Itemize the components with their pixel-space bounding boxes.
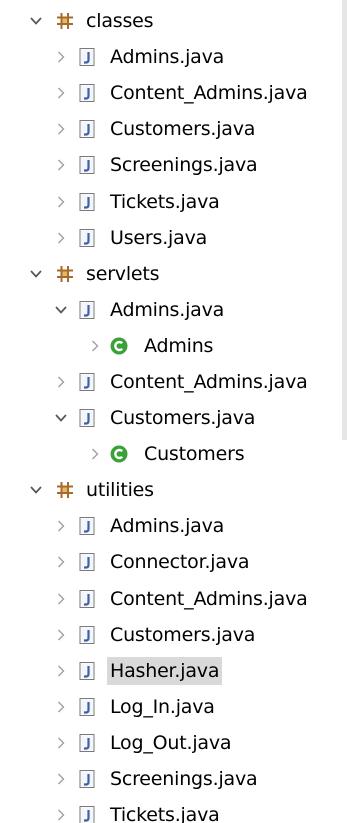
- chevron-right-icon[interactable]: [52, 155, 70, 175]
- tree-item-label: servlets: [86, 262, 160, 285]
- java-file-icon: [77, 155, 97, 175]
- tree-item[interactable]: Admins.java: [0, 39, 339, 75]
- tree-item[interactable]: Hasher.java: [0, 653, 339, 689]
- tree-item-label: Admins: [144, 334, 214, 357]
- java-file-icon: [77, 516, 97, 536]
- java-file-icon: [77, 625, 97, 645]
- chevron-right-icon[interactable]: [52, 769, 70, 789]
- tree-item[interactable]: Screenings.java: [0, 761, 339, 797]
- chevron-down-icon[interactable]: [52, 408, 70, 428]
- package-icon: [55, 11, 75, 31]
- chevron-right-icon[interactable]: [52, 625, 70, 645]
- tree-item-label: Admins.java: [110, 298, 225, 321]
- java-file-icon: [77, 119, 97, 139]
- tree-item[interactable]: Content_Admins.java: [0, 364, 339, 400]
- chevron-right-icon[interactable]: [52, 83, 70, 103]
- java-file-icon: [77, 769, 97, 789]
- vertical-scrollbar[interactable]: [342, 0, 347, 440]
- tree-item[interactable]: Admins.java: [0, 508, 339, 544]
- tree-item[interactable]: utilities: [0, 472, 339, 508]
- chevron-down-icon[interactable]: [27, 264, 45, 284]
- tree-item-label: Customers.java: [110, 118, 256, 141]
- java-file-icon: [77, 228, 97, 248]
- tree-item-label: utilities: [86, 479, 154, 502]
- chevron-down-icon[interactable]: [27, 480, 45, 500]
- chevron-right-icon[interactable]: [52, 661, 70, 681]
- tree-item-label: classes: [86, 10, 154, 33]
- tree-item[interactable]: Connector.java: [0, 544, 339, 580]
- tree-item-label: Content_Admins.java: [110, 82, 308, 105]
- chevron-right-icon[interactable]: [52, 47, 70, 67]
- tree-item-label: Admins.java: [110, 46, 225, 69]
- chevron-down-icon[interactable]: [27, 11, 45, 31]
- chevron-right-icon[interactable]: [52, 805, 70, 823]
- chevron-right-icon[interactable]: [52, 733, 70, 753]
- package-icon: [55, 264, 75, 284]
- tree-item[interactable]: Customers: [0, 436, 339, 472]
- project-explorer-tree: classes Admins.java Content_Admins.java Cus…: [0, 3, 339, 823]
- tree-item-label: Tickets.java: [110, 804, 220, 823]
- chevron-right-icon[interactable]: [52, 589, 70, 609]
- java-file-icon: [77, 552, 97, 572]
- chevron-right-icon[interactable]: [52, 192, 70, 212]
- tree-item-label: Log_In.java: [110, 695, 215, 718]
- tree-item[interactable]: Admins: [0, 328, 339, 364]
- java-file-icon: [77, 83, 97, 103]
- tree-item[interactable]: Users.java: [0, 220, 339, 256]
- tree-item[interactable]: Customers.java: [0, 400, 339, 436]
- tree-item[interactable]: Admins.java: [0, 292, 339, 328]
- tree-item-label: Hasher.java: [107, 656, 223, 685]
- java-file-icon: [77, 805, 97, 823]
- tree-item-label: Tickets.java: [110, 190, 220, 213]
- chevron-down-icon[interactable]: [52, 300, 70, 320]
- class-icon: [109, 336, 129, 356]
- tree-item-label: Screenings.java: [110, 154, 258, 177]
- tree-item[interactable]: Customers.java: [0, 617, 339, 653]
- chevron-right-icon[interactable]: [52, 552, 70, 572]
- java-file-icon: [77, 192, 97, 212]
- package-icon: [55, 480, 75, 500]
- class-icon: [109, 444, 129, 464]
- tree-item-label: Screenings.java: [110, 768, 258, 791]
- tree-item-label: Customers.java: [110, 407, 256, 430]
- java-file-icon: [77, 408, 97, 428]
- chevron-right-icon[interactable]: [52, 372, 70, 392]
- chevron-right-icon[interactable]: [52, 697, 70, 717]
- tree-item[interactable]: Screenings.java: [0, 147, 339, 183]
- tree-item-label: Connector.java: [110, 551, 250, 574]
- java-file-icon: [77, 733, 97, 753]
- tree-item[interactable]: Tickets.java: [0, 183, 339, 219]
- tree-item[interactable]: Tickets.java: [0, 797, 339, 823]
- tree-item-label: Admins.java: [110, 515, 225, 538]
- tree-item[interactable]: Customers.java: [0, 111, 339, 147]
- tree-item[interactable]: servlets: [0, 256, 339, 292]
- tree-item-label: Customers: [144, 443, 245, 466]
- java-file-icon: [77, 300, 97, 320]
- chevron-right-icon[interactable]: [86, 444, 104, 464]
- java-file-icon: [77, 697, 97, 717]
- java-file-icon: [77, 372, 97, 392]
- tree-item-label: Content_Admins.java: [110, 587, 308, 610]
- tree-item-label: Customers.java: [110, 623, 256, 646]
- java-file-icon: [77, 589, 97, 609]
- chevron-right-icon[interactable]: [52, 119, 70, 139]
- chevron-right-icon[interactable]: [52, 516, 70, 536]
- tree-item-label: Log_Out.java: [110, 731, 232, 754]
- java-file-icon: [77, 661, 97, 681]
- tree-item[interactable]: Content_Admins.java: [0, 75, 339, 111]
- tree-item-label: Users.java: [110, 226, 208, 249]
- tree-item[interactable]: Content_Admins.java: [0, 581, 339, 617]
- tree-item[interactable]: classes: [0, 3, 339, 39]
- chevron-right-icon[interactable]: [52, 228, 70, 248]
- java-file-icon: [77, 47, 97, 67]
- chevron-right-icon[interactable]: [86, 336, 104, 356]
- tree-item-label: Content_Admins.java: [110, 370, 308, 393]
- tree-item[interactable]: Log_Out.java: [0, 725, 339, 761]
- tree-item[interactable]: Log_In.java: [0, 689, 339, 725]
